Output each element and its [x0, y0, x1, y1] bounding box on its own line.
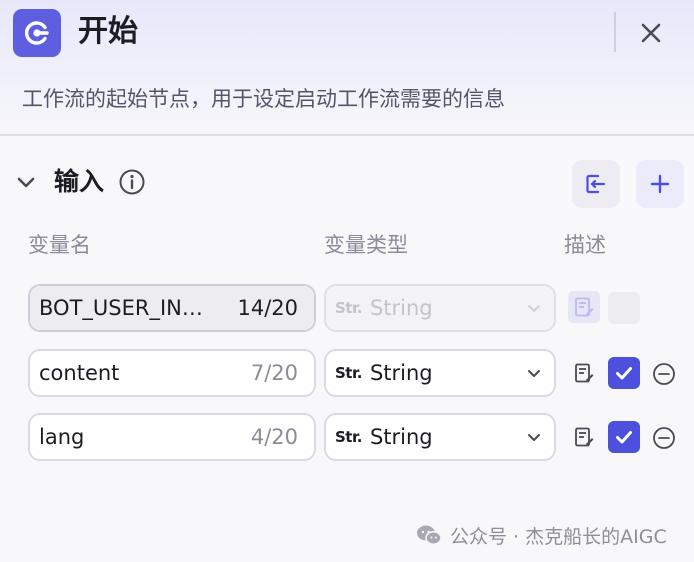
node-title: 开始	[78, 14, 138, 49]
minus-circle-icon	[653, 363, 675, 385]
import-variables-button[interactable]	[572, 160, 620, 208]
variable-name-value: lang	[39, 425, 85, 449]
required-checkbox[interactable]	[608, 357, 640, 389]
wechat-icon	[417, 525, 442, 545]
start-node-icon	[13, 9, 61, 57]
string-type-icon: Str.	[335, 299, 362, 317]
edit-description-icon[interactable]	[570, 423, 598, 451]
import-icon	[586, 174, 606, 194]
info-icon[interactable]	[118, 168, 146, 196]
variable-name-value: content	[39, 361, 120, 385]
variable-row: content 7/20 Str. String	[0, 349, 694, 397]
checkmark-icon	[616, 431, 632, 444]
variable-type-select[interactable]: Str. String	[324, 413, 556, 461]
collapse-chevron-icon[interactable]	[14, 170, 38, 194]
remove-variable-button[interactable]	[650, 360, 678, 388]
variable-name-count: 7/20	[250, 361, 298, 385]
section-title: 输入	[54, 167, 105, 196]
required-checkbox	[608, 292, 640, 324]
variable-name-count: 4/20	[250, 425, 298, 449]
variable-type-label: String	[369, 296, 433, 320]
variable-type-select[interactable]: Str. String	[324, 349, 556, 397]
variable-type-label: String	[369, 361, 433, 385]
watermark-text: 公众号 · 杰克船长的AIGC	[450, 525, 667, 548]
chevron-down-icon	[528, 305, 540, 312]
node-header: 开始 工作流的起始节点，用于设定启动工作流需要的信息	[0, 0, 694, 136]
required-checkbox[interactable]	[608, 421, 640, 453]
variable-type-select: Str. String	[324, 284, 556, 332]
node-description: 工作流的起始节点，用于设定启动工作流需要的信息	[22, 87, 505, 111]
minus-circle-icon	[653, 427, 675, 449]
chevron-down-icon	[528, 434, 540, 441]
column-header-description: 描述	[564, 233, 606, 257]
plus-icon	[650, 174, 670, 194]
input-section-header: 输入	[0, 160, 694, 208]
variable-name-field[interactable]: content 7/20	[28, 349, 316, 397]
header-divider	[614, 12, 616, 52]
edit-description-icon[interactable]	[570, 359, 598, 387]
chevron-down-icon	[528, 370, 540, 377]
variable-row: BOT_USER_IN… 14/20 Str. String	[0, 284, 694, 332]
variable-name-field: BOT_USER_IN… 14/20	[28, 284, 316, 332]
add-variable-button[interactable]	[636, 160, 684, 208]
checkmark-icon	[616, 367, 632, 380]
variable-row: lang 4/20 Str. String	[0, 413, 694, 461]
remove-variable-button[interactable]	[650, 424, 678, 452]
variable-name-value: BOT_USER_IN…	[39, 296, 203, 320]
close-icon	[641, 23, 661, 43]
column-header-name: 变量名	[28, 233, 91, 257]
string-type-icon: Str.	[335, 428, 362, 446]
variable-type-label: String	[369, 425, 433, 449]
variable-name-field[interactable]: lang 4/20	[28, 413, 316, 461]
variable-name-count: 14/20	[237, 296, 298, 320]
close-button[interactable]	[632, 14, 670, 52]
column-header-type: 变量类型	[324, 233, 408, 257]
watermark: 公众号 · 杰克船长的AIGC	[416, 518, 667, 552]
edit-description-icon	[568, 291, 600, 323]
string-type-icon: Str.	[335, 364, 362, 382]
